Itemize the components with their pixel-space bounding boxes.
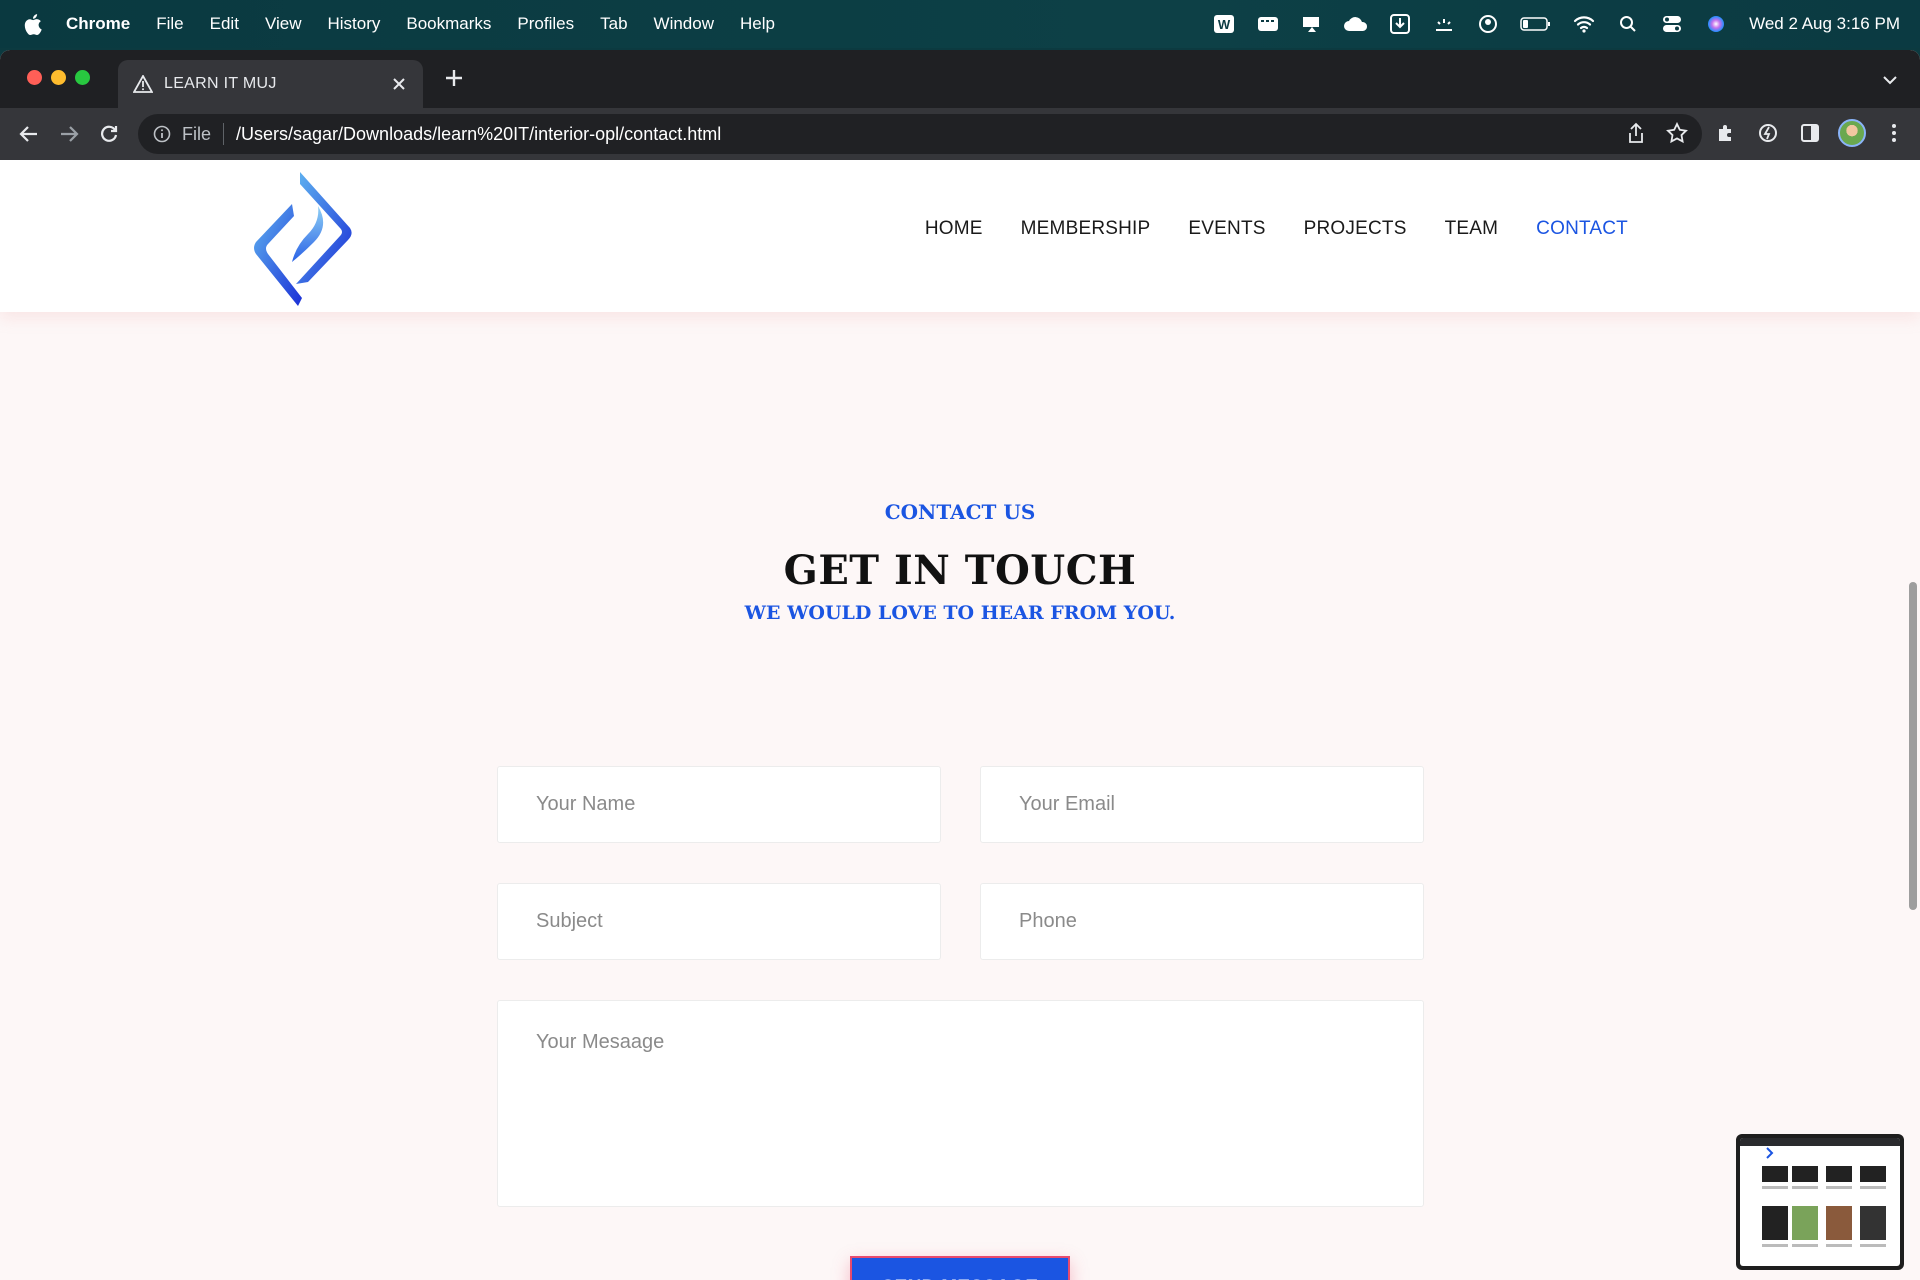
brightness-icon[interactable] [1431, 13, 1457, 35]
zoom-window-button[interactable] [75, 70, 90, 85]
tab-strip: LEARN IT MUJ [0, 50, 1920, 108]
menu-app-name[interactable]: Chrome [66, 14, 130, 34]
cloud-icon[interactable] [1343, 13, 1369, 35]
menu-view[interactable]: View [265, 14, 302, 34]
performance-icon[interactable] [1754, 119, 1782, 147]
menu-file[interactable]: File [156, 14, 183, 34]
main-nav: HOME MEMBERSHIP EVENTS PROJECTS TEAM CON… [925, 218, 1628, 240]
page-scrollbar[interactable] [1909, 582, 1917, 910]
siri-icon[interactable] [1703, 13, 1729, 35]
forward-arrow-icon[interactable] [54, 119, 84, 149]
display-mirror-icon[interactable] [1299, 13, 1325, 35]
subject-placeholder: Subject [536, 910, 603, 932]
menu-profiles[interactable]: Profiles [517, 14, 574, 34]
phone-field[interactable]: Phone [980, 883, 1424, 960]
menubar-clock[interactable]: Wed 2 Aug 3:16 PM [1749, 14, 1900, 34]
email-field[interactable]: Your Email [980, 766, 1424, 843]
screenshot-thumbnail-preview[interactable] [1736, 1134, 1904, 1270]
menu-history[interactable]: History [327, 14, 380, 34]
subject-field[interactable]: Subject [497, 883, 941, 960]
bookmark-star-icon[interactable] [1666, 121, 1688, 149]
send-message-button[interactable]: SEND MESSAGE [850, 1256, 1070, 1280]
reload-icon[interactable] [94, 119, 124, 149]
menu-window[interactable]: Window [654, 14, 714, 34]
back-arrow-icon[interactable] [14, 119, 44, 149]
menubar-status-area: W Wed 2 Aug 3:16 PM [1193, 0, 1900, 48]
menu-help[interactable]: Help [740, 14, 775, 34]
kebab-menu-icon[interactable] [1880, 119, 1908, 147]
menu-edit[interactable]: Edit [210, 14, 239, 34]
tab-title: LEARN IT MUJ [164, 75, 277, 92]
warning-triangle-icon [132, 73, 154, 95]
share-icon[interactable] [1626, 122, 1646, 149]
address-separator [223, 123, 225, 145]
section-eyebrow: CONTACT US [884, 500, 1036, 524]
address-bar[interactable]: File /Users/sagar/Downloads/learn%20IT/i… [138, 114, 1702, 154]
email-placeholder: Your Email [1019, 793, 1115, 815]
message-textarea[interactable]: Your Mesaage [497, 1000, 1424, 1207]
nav-membership[interactable]: MEMBERSHIP [1021, 218, 1151, 240]
tab-active[interactable]: LEARN IT MUJ [118, 60, 423, 108]
user-account-icon[interactable] [1475, 13, 1501, 35]
nav-team[interactable]: TEAM [1445, 218, 1499, 240]
section-subtitle: WE WOULD LOVE TO HEAR FROM YOU. [744, 602, 1176, 624]
message-placeholder: Your Mesaage [536, 1031, 665, 1053]
page-title: GET IN TOUCH [783, 547, 1137, 594]
address-bar-actions [1626, 121, 1688, 149]
browser-toolbar: File /Users/sagar/Downloads/learn%20IT/i… [0, 108, 1920, 160]
name-field[interactable]: Your Name [497, 766, 941, 843]
thumbnail-content [1740, 1138, 1900, 1266]
nav-home[interactable]: HOME [925, 218, 983, 240]
nav-projects[interactable]: PROJECTS [1304, 218, 1407, 240]
close-tab-icon[interactable] [387, 72, 411, 96]
macos-menubar: Chrome File Edit View History Bookmarks … [0, 0, 1920, 48]
svg-text:W: W [1218, 17, 1231, 32]
new-tab-icon[interactable] [440, 66, 468, 94]
toolbar-actions [1712, 119, 1908, 147]
site-info-icon[interactable] [152, 124, 172, 144]
menu-bookmarks[interactable]: Bookmarks [406, 14, 491, 34]
download-icon[interactable] [1387, 13, 1413, 35]
keyboard-icon[interactable] [1255, 13, 1281, 35]
nav-events[interactable]: EVENTS [1188, 218, 1265, 240]
side-panel-icon[interactable] [1796, 119, 1824, 147]
control-center-icon[interactable] [1659, 13, 1685, 35]
menu-tab[interactable]: Tab [600, 14, 627, 34]
battery-icon[interactable] [1519, 13, 1553, 35]
url-text[interactable]: /Users/sagar/Downloads/learn%20IT/interi… [236, 124, 721, 145]
scheme-label: File [182, 123, 212, 144]
profile-avatar[interactable] [1838, 119, 1866, 147]
apple-icon[interactable] [24, 13, 48, 35]
wifi-icon[interactable] [1571, 13, 1597, 35]
page-viewport: HOME MEMBERSHIP EVENTS PROJECTS TEAM CON… [0, 160, 1920, 1280]
nav-contact[interactable]: CONTACT [1536, 218, 1628, 240]
window-controls [27, 70, 90, 85]
tab-search-chevron-icon[interactable] [1878, 68, 1902, 92]
extensions-puzzle-icon[interactable] [1712, 119, 1740, 147]
minimize-window-button[interactable] [51, 70, 66, 85]
spotlight-search-icon[interactable] [1615, 13, 1641, 35]
browser-window: LEARN IT MUJ File /Users/sagar/Downloads… [0, 50, 1920, 1280]
word-app-icon[interactable]: W [1211, 13, 1237, 35]
close-window-button[interactable] [27, 70, 42, 85]
name-placeholder: Your Name [536, 793, 636, 815]
phone-placeholder: Phone [1019, 910, 1077, 932]
site-logo-icon[interactable] [248, 166, 358, 308]
site-header: HOME MEMBERSHIP EVENTS PROJECTS TEAM CON… [0, 160, 1920, 312]
